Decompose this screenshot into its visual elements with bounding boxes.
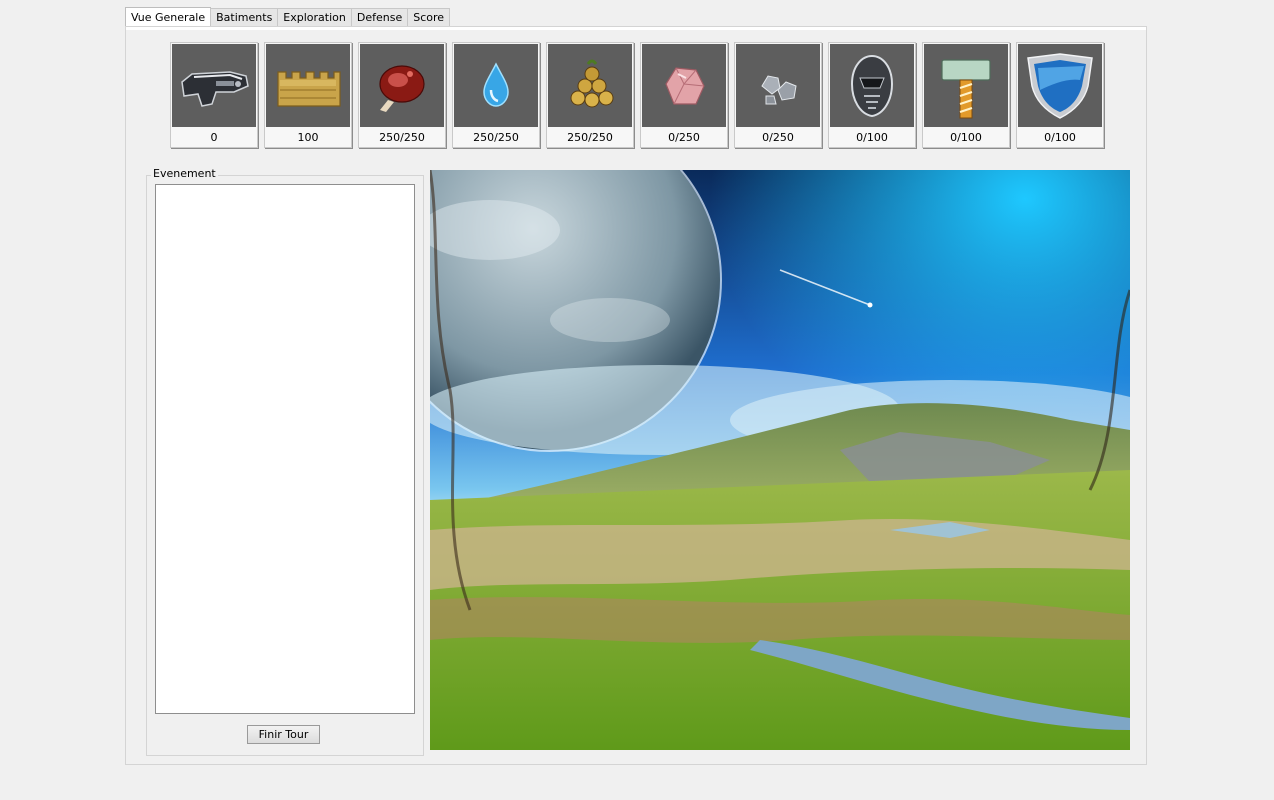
resource-crystal-value: 0/250: [668, 131, 700, 144]
metal-ore-icon: [736, 44, 820, 127]
resource-wood: 250/250: [546, 42, 634, 148]
resource-water: 250/250: [452, 42, 540, 148]
resource-wood-value: 250/250: [567, 131, 613, 144]
hammer-icon: [924, 44, 1008, 127]
resource-water-value: 250/250: [473, 131, 519, 144]
tab-panel-vue-generale: 0 100 250/250 250/250 250/250 0/250 0/25…: [125, 26, 1147, 765]
end-turn-button[interactable]: Finir Tour: [247, 725, 320, 744]
meat-food-icon: [360, 44, 444, 127]
tab-batiments[interactable]: Batiments: [210, 8, 279, 27]
event-group-title: Evenement: [151, 167, 218, 180]
blaster-gun-icon: [172, 44, 256, 127]
resource-crystal: 0/250: [640, 42, 728, 148]
shield-icon: [1018, 44, 1102, 127]
resource-robots-value: 0/100: [856, 131, 888, 144]
resource-weapons-value: 0: [210, 131, 218, 144]
resource-food: 250/250: [358, 42, 446, 148]
wood-logs-icon: [548, 44, 632, 127]
resource-tools: 0/100: [922, 42, 1010, 148]
resource-gold-value: 100: [297, 131, 319, 144]
tab-bar: Vue Generale Batiments Exploration Defen…: [125, 7, 451, 28]
tab-score[interactable]: Score: [407, 8, 451, 27]
pink-crystal-icon: [642, 44, 726, 127]
resource-robots: 0/100: [828, 42, 916, 148]
resource-defense: 0/100: [1016, 42, 1104, 148]
resource-tools-value: 0/100: [950, 131, 982, 144]
tab-vue-generale[interactable]: Vue Generale: [125, 7, 212, 28]
gold-wall-icon: [266, 44, 350, 127]
resource-weapons: 0: [170, 42, 258, 148]
resource-metal-value: 0/250: [762, 131, 794, 144]
tab-exploration[interactable]: Exploration: [277, 8, 352, 27]
event-log-textarea[interactable]: [155, 184, 415, 714]
resource-gold: 100: [264, 42, 352, 148]
tab-defense[interactable]: Defense: [350, 8, 409, 27]
resource-defense-value: 0/100: [1044, 131, 1076, 144]
event-group: Evenement Finir Tour: [146, 167, 424, 756]
resource-metal: 0/250: [734, 42, 822, 148]
planet-landscape-image: [430, 170, 1130, 750]
water-drop-icon: [454, 44, 538, 127]
resource-food-value: 250/250: [379, 131, 425, 144]
robot-helmet-icon: [830, 44, 914, 127]
